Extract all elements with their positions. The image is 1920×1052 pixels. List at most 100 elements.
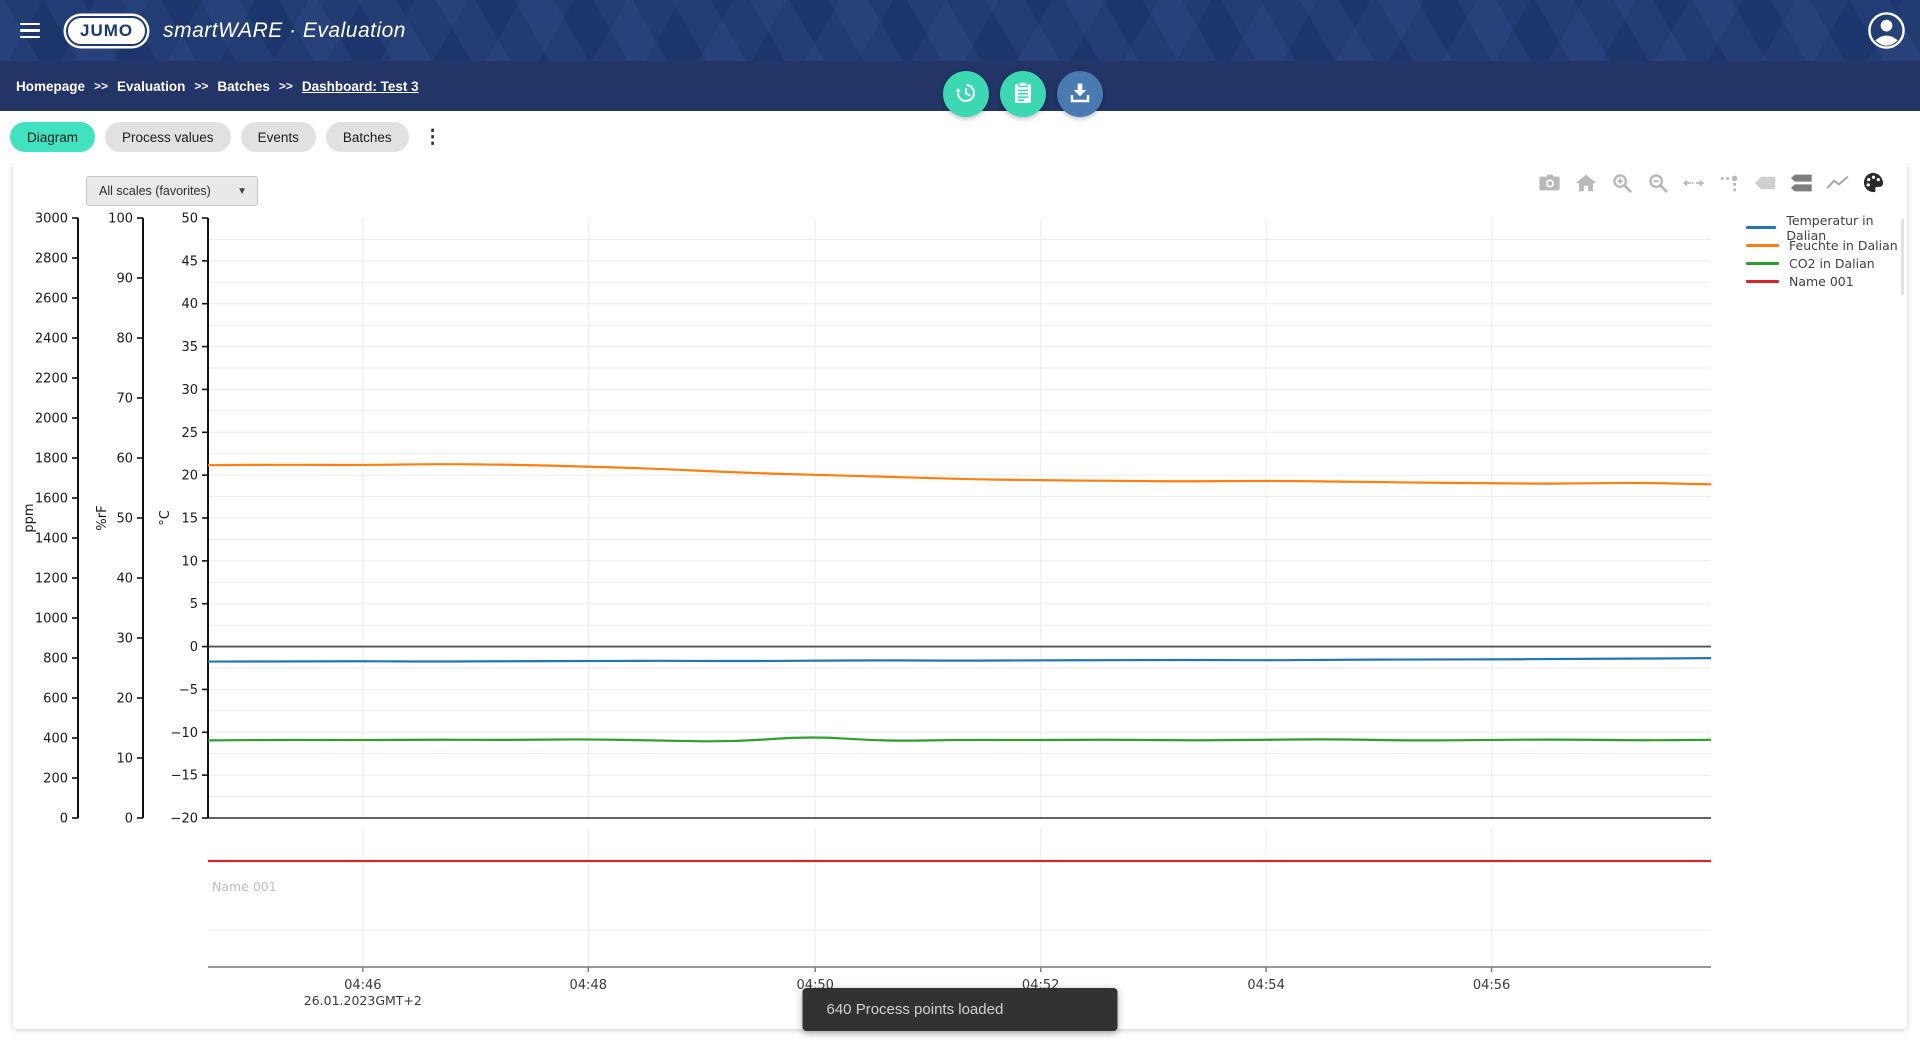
svg-text:25: 25	[181, 426, 198, 441]
svg-text:−10: −10	[171, 726, 198, 741]
breadcrumb-separator: >>	[94, 79, 109, 93]
svg-text:2000: 2000	[35, 412, 68, 427]
legend-scrollbar[interactable]	[1901, 219, 1904, 295]
home-icon[interactable]	[1574, 171, 1597, 194]
breadcrumb-separator: >>	[278, 79, 293, 93]
legend-swatch	[1746, 244, 1779, 247]
hover-compare-icon[interactable]	[1790, 171, 1813, 194]
svg-text:−5: −5	[179, 683, 198, 698]
breadcrumb-separator: >>	[194, 79, 209, 93]
chevron-down-icon: ▼	[237, 185, 247, 197]
tab-diagram[interactable]: Diagram	[10, 122, 96, 152]
svg-text:%rF: %rF	[95, 505, 110, 530]
history-button[interactable]	[943, 71, 989, 117]
svg-text:3000: 3000	[35, 212, 68, 227]
svg-text:40: 40	[181, 297, 198, 312]
download-button[interactable]	[1057, 71, 1103, 117]
breadcrumb-item-batches[interactable]: Batches	[217, 79, 270, 94]
process-diagram[interactable]: 3000 2800 2600 2400 2200 2000 1800 1600 1400 1200…	[13, 163, 1907, 1029]
svg-text:2400: 2400	[35, 332, 68, 347]
svg-text:80: 80	[116, 332, 133, 347]
legend-item-feuchte-in-dalian[interactable]: Feuchte in Dalian	[1746, 238, 1907, 253]
scale-select-value: All scales (favorites)	[99, 184, 211, 198]
svg-text:0: 0	[190, 640, 198, 655]
svg-text:04:48: 04:48	[570, 978, 607, 993]
svg-text:800: 800	[43, 652, 68, 667]
svg-text:1400: 1400	[35, 532, 68, 547]
hover-single-icon[interactable]	[1754, 171, 1777, 194]
svg-text:04:54: 04:54	[1247, 978, 1284, 993]
legend-item-co2-in-dalian[interactable]: CO2 in Dalian	[1746, 256, 1907, 271]
svg-text:−20: −20	[171, 812, 198, 827]
svg-text:45: 45	[181, 254, 198, 269]
svg-text:Name 001: Name 001	[212, 879, 277, 894]
svg-text:2200: 2200	[35, 372, 68, 387]
download-icon	[1068, 81, 1092, 108]
legend-item-temperatur-in-dalian[interactable]: Temperatur in Dalian	[1746, 213, 1907, 243]
toast-notification: 640 Process points loaded	[802, 988, 1118, 1031]
spikelines-icon[interactable]	[1718, 171, 1741, 194]
svg-text:90: 90	[116, 272, 133, 287]
svg-text:5: 5	[190, 597, 198, 612]
legend-item-name-001[interactable]: Name 001	[1746, 274, 1907, 289]
svg-text:70: 70	[116, 392, 133, 407]
tab-batches[interactable]: Batches	[325, 122, 409, 152]
camera-icon[interactable]	[1538, 171, 1561, 194]
svg-text:10: 10	[116, 752, 133, 767]
svg-text:600: 600	[43, 692, 68, 707]
svg-text:15: 15	[181, 512, 198, 527]
svg-text:50: 50	[116, 512, 133, 527]
palette-icon[interactable]	[1862, 171, 1885, 194]
svg-text:1600: 1600	[35, 492, 68, 507]
jumo-logo: JUMO	[66, 15, 148, 46]
action-button-group	[943, 71, 1103, 117]
svg-text:°C: °C	[158, 510, 173, 526]
breadcrumb-item-homepage[interactable]: Homepage	[16, 79, 85, 94]
diagram-card: 3000 2800 2600 2400 2200 2000 1800 1600 1400 1200…	[13, 163, 1907, 1029]
clipboard-button[interactable]	[1000, 71, 1046, 117]
legend-label: Feuchte in Dalian	[1789, 238, 1898, 253]
breadcrumb-item-evaluation[interactable]: Evaluation	[117, 79, 185, 94]
svg-text:400: 400	[43, 732, 68, 747]
svg-text:ppm: ppm	[22, 503, 37, 532]
scale-select[interactable]: All scales (favorites) ▼	[86, 176, 258, 206]
legend-swatch	[1746, 280, 1779, 283]
svg-text:0: 0	[125, 812, 133, 827]
svg-text:1800: 1800	[35, 452, 68, 467]
tab-events[interactable]: Events	[240, 122, 316, 152]
legend-swatch	[1746, 226, 1777, 229]
more-tabs-kebab-icon[interactable]: ⋮	[419, 122, 447, 152]
breadcrumb: Homepage >> Evaluation >> Batches >> Dashboard…	[16, 79, 419, 94]
svg-text:10: 10	[181, 554, 198, 569]
svg-text:20: 20	[116, 692, 133, 707]
autoscale-icon[interactable]	[1682, 171, 1705, 194]
dashboard-tabs: Diagram Process values Events Batches ⋮	[0, 111, 1920, 163]
user-avatar-icon[interactable]	[1867, 11, 1906, 50]
menu-icon[interactable]	[8, 9, 52, 53]
legend-label: CO2 in Dalian	[1789, 256, 1875, 271]
series-line-co2-in-dalian	[207, 736, 1712, 743]
legend-swatch	[1746, 262, 1779, 265]
zoom-out-icon[interactable]	[1646, 171, 1669, 194]
svg-text:100: 100	[108, 212, 133, 227]
svg-text:0: 0	[60, 812, 68, 827]
svg-text:30: 30	[116, 632, 133, 647]
svg-text:−15: −15	[171, 769, 198, 784]
svg-text:30: 30	[181, 383, 198, 398]
breadcrumb-item-dashboard-test-3[interactable]: Dashboard: Test 3	[302, 79, 419, 94]
svg-text:2600: 2600	[35, 292, 68, 307]
svg-text:35: 35	[181, 340, 198, 355]
series-line-temperatur-in-dalian	[207, 657, 1712, 663]
svg-text:50: 50	[181, 212, 198, 227]
svg-text:1000: 1000	[35, 612, 68, 627]
series-line-feuchte-in-dalian	[207, 463, 1712, 486]
clipboard-icon	[1012, 80, 1034, 108]
zoom-in-icon[interactable]	[1610, 171, 1633, 194]
line-style-icon[interactable]	[1826, 171, 1849, 194]
svg-text:40: 40	[116, 572, 133, 587]
svg-text:04:56: 04:56	[1473, 978, 1510, 993]
tab-process-values[interactable]: Process values	[105, 122, 231, 152]
svg-text:04:46: 04:46	[344, 978, 381, 993]
svg-text:26.01.2023GMT+2: 26.01.2023GMT+2	[304, 993, 422, 1008]
history-icon	[954, 81, 978, 108]
